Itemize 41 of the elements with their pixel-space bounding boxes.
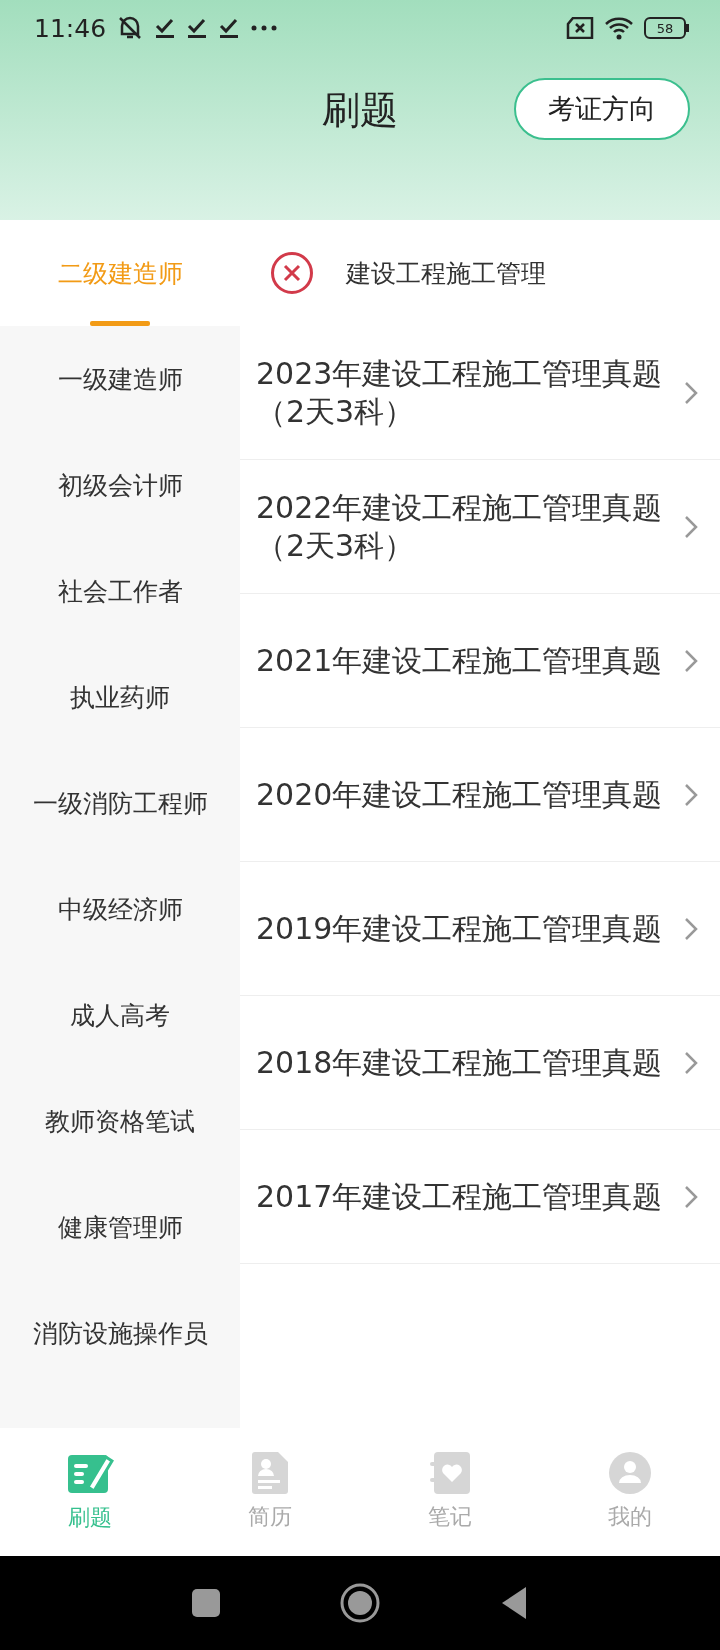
download-done-icon [154,17,177,39]
status-time: 11:46 [34,13,107,43]
recents-button-icon[interactable] [192,1589,220,1617]
document-person-icon [252,1452,288,1494]
category-item[interactable]: 社会工作者 [0,538,240,644]
category-item[interactable]: 教师资格笔试 [0,1068,240,1174]
back-button-icon[interactable] [500,1586,528,1620]
category-item[interactable]: 执业药师 [0,644,240,750]
paper-title[interactable]: 2023年建设工程施工管理真题（2天3科） [256,354,666,431]
no-sim-icon [566,17,594,39]
category-item[interactable]: 成人高考 [0,962,240,1068]
chevron-right-icon [684,648,698,673]
chevron-right-icon [684,916,698,941]
category-item[interactable]: 消防设施操作员 [0,1280,240,1386]
paper-title[interactable]: 2021年建设工程施工管理真题 [256,641,666,680]
paper-title[interactable]: 2020年建设工程施工管理真题 [256,775,666,814]
more-dots-icon [250,24,279,32]
chevron-right-icon [684,1050,698,1075]
category-item[interactable]: 一级消防工程师 [0,750,240,856]
close-circle-icon[interactable] [270,251,314,295]
paper-title[interactable]: 2019年建设工程施工管理真题 [256,909,666,948]
wifi-icon [604,16,634,40]
subject-title: 建设工程施工管理 [346,257,546,290]
download-done-icon [218,17,241,39]
paper-title[interactable]: 2017年建设工程施工管理真题 [256,1177,666,1216]
chevron-right-icon [684,380,698,405]
chevron-right-icon [684,514,698,539]
category-item[interactable]: 初级会计师 [0,432,240,538]
category-item[interactable]: 一级建造师 [0,326,240,432]
paper-title[interactable]: 2018年建设工程施工管理真题 [256,1043,666,1082]
user-avatar-icon [609,1452,651,1494]
category-item[interactable]: 中级经济师 [0,856,240,962]
category-item[interactable]: 健康管理师 [0,1174,240,1280]
exam-direction-button[interactable]: 考证方向 [514,78,690,140]
notebook-heart-icon [430,1452,470,1494]
paper-title[interactable]: 2022年建设工程施工管理真题（2天3科） [256,488,666,565]
chevron-right-icon [684,782,698,807]
chevron-right-icon [684,1184,698,1209]
download-done-icon [186,17,209,39]
page-title: 刷题 [322,86,398,134]
home-button-icon[interactable] [340,1583,380,1623]
